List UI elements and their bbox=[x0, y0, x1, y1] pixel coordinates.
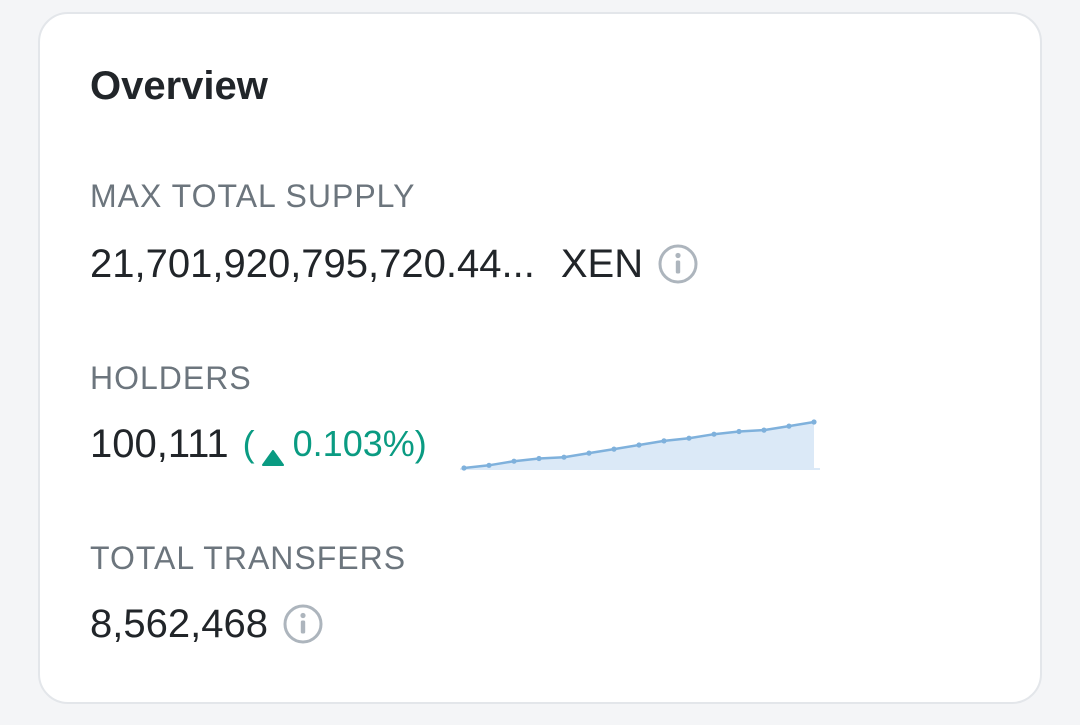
supply-info-icon[interactable] bbox=[657, 243, 699, 285]
sparkline-point-4 bbox=[561, 454, 567, 460]
sparkline-point-11 bbox=[736, 428, 742, 435]
holders-row: 100,111 ( 0.103%) bbox=[90, 420, 427, 468]
sparkline-point-14 bbox=[811, 419, 817, 425]
token-unit: XEN bbox=[560, 242, 644, 286]
total-transfers-label: TOTAL TRANSFERS bbox=[90, 540, 407, 576]
sparkline-point-3 bbox=[536, 455, 542, 462]
max-total-supply-value: 21,701,920,795,720.44... bbox=[90, 242, 535, 286]
sparkline-point-7 bbox=[636, 442, 642, 448]
holders-change-value: 0.103%) bbox=[292, 423, 427, 464]
sparkline-point-13 bbox=[786, 423, 792, 429]
overview-title: Overview bbox=[90, 64, 268, 108]
transfers-info-icon[interactable] bbox=[282, 603, 324, 645]
sparkline-point-9 bbox=[686, 435, 692, 441]
holders-value: 100,111 bbox=[90, 422, 229, 466]
holders-label: HOLDERS bbox=[90, 360, 252, 396]
sparkline-point-6 bbox=[611, 446, 617, 452]
caret-up-icon bbox=[261, 436, 285, 466]
overview-card: Overview MAX TOTAL SUPPLY 21,701,920,795… bbox=[38, 12, 1042, 704]
holders-sparkline bbox=[460, 419, 820, 471]
sparkline-point-2 bbox=[511, 458, 517, 464]
sparkline-point-5 bbox=[586, 450, 592, 456]
sparkline-point-10 bbox=[711, 431, 717, 437]
sparkline-point-8 bbox=[661, 438, 667, 444]
sparkline-point-12 bbox=[761, 427, 767, 433]
holders-change: ( 0.103%) bbox=[242, 423, 427, 466]
total-transfers-row: 8,562,468 bbox=[90, 600, 324, 648]
max-total-supply-label: MAX TOTAL SUPPLY bbox=[90, 178, 416, 214]
sparkline-point-0 bbox=[461, 465, 467, 471]
max-total-supply-row: 21,701,920,795,720.44... XEN bbox=[90, 240, 699, 288]
sparkline-point-1 bbox=[486, 462, 492, 468]
total-transfers-value: 8,562,468 bbox=[90, 602, 268, 646]
holders-change-open: ( bbox=[242, 423, 255, 464]
